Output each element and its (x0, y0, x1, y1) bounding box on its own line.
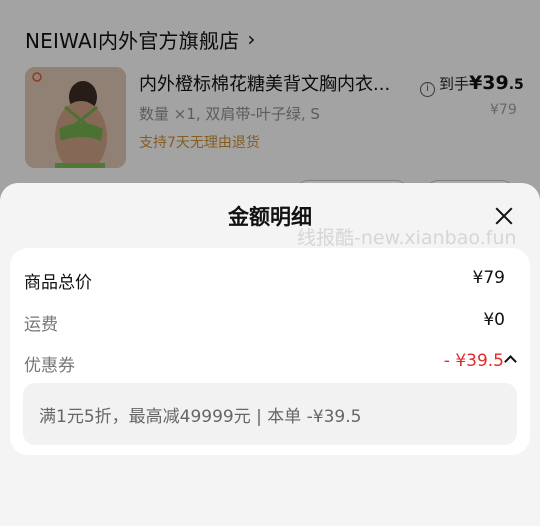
coupon-detail-text: 满1元5折，最高减49999元 | 本单 -¥39.5 (39, 407, 362, 427)
watermark: 线报酷-new.xianbao.fun (297, 227, 517, 249)
shipping-value: ¥0 (483, 310, 505, 330)
total-price-value: ¥79 (472, 268, 505, 288)
coupon-value[interactable]: - ¥39.5 (444, 351, 504, 371)
total-price-label: 商品总价 (24, 273, 92, 293)
coupon-label: 优惠券 (24, 356, 75, 376)
shipping-label: 运费 (24, 315, 58, 335)
